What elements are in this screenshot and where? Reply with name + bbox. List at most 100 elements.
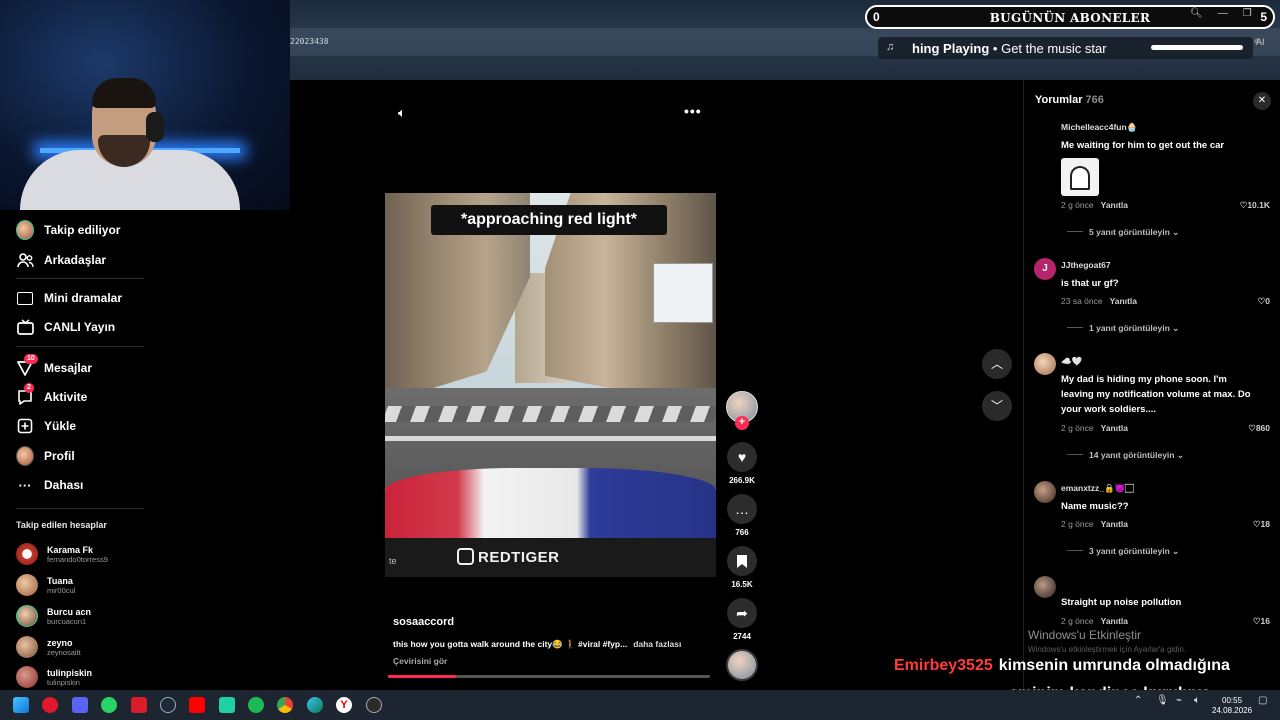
sidebar-divider	[16, 508, 144, 509]
sidebar-item-live[interactable]: CANLI Yayın	[16, 317, 115, 337]
previous-video-button[interactable]: ︿	[982, 349, 1012, 379]
opera-icon[interactable]	[42, 697, 58, 713]
share-icon[interactable]: ➦	[727, 598, 757, 628]
sidebar-item-activity[interactable]: 2 Aktivite	[16, 383, 87, 407]
comment-action[interactable]: … 766	[726, 494, 758, 537]
account-username: tulinpiskin	[47, 677, 80, 687]
comment-like[interactable]: ♡860	[1248, 423, 1270, 434]
like-action[interactable]: ♥ 266.9K	[726, 442, 758, 485]
spotify-icon[interactable]	[248, 697, 264, 713]
screen: 22023438 0 BUGÜNÜN ABONELER 5 🔍︎ — ❐ ♫ h…	[0, 0, 1280, 720]
following-avatar-icon	[16, 220, 34, 240]
steam-icon[interactable]	[160, 697, 176, 713]
discord-icon[interactable]	[72, 697, 88, 713]
tray-volume-icon[interactable]: 🔈︎	[1194, 695, 1200, 706]
followed-account[interactable]: tulinpiskin tulinpiskin	[16, 666, 92, 688]
see-more-link[interactable]: daha fazlası	[633, 639, 681, 649]
follow-plus-icon[interactable]: +	[735, 416, 749, 430]
stream-chat-message: Emirbey3525 kimsenin umrunda olmadığına	[894, 657, 1230, 675]
obs-icon[interactable]	[366, 697, 382, 713]
comment-like[interactable]: ♡16	[1253, 616, 1270, 627]
maximize-icon[interactable]: ❐	[1243, 8, 1252, 19]
sidebar-item-messages[interactable]: 10 Mesajlar	[16, 354, 92, 378]
account-username: burcuacun1	[47, 616, 87, 626]
comment-text: is that ur gf?	[1061, 278, 1119, 289]
youtube-icon[interactable]	[189, 697, 205, 713]
comment-username[interactable]: ☁️🤍	[1061, 356, 1082, 367]
more-options-icon[interactable]: •••	[684, 103, 702, 119]
edge-icon[interactable]	[307, 697, 323, 713]
tray-network-icon[interactable]: ⌁	[1176, 695, 1182, 706]
sidebar-divider	[16, 346, 144, 347]
view-replies-link[interactable]: 3 yanıt görüntüleyin ⌄	[1067, 546, 1179, 557]
sidebar-item-profile[interactable]: Profil	[16, 446, 75, 466]
comment-like[interactable]: ♡18	[1253, 519, 1270, 530]
chat-text: kimsenin umrunda olmadığına	[998, 657, 1230, 674]
red-app-icon[interactable]	[131, 697, 147, 713]
comment-username[interactable]: JJthegoat67	[1061, 260, 1111, 270]
followed-account[interactable]: Burcu acn burcuacun1	[16, 605, 91, 627]
sidebar-item-following[interactable]: Takip ediliyor	[16, 220, 120, 240]
view-replies-link[interactable]: 14 yanıt görüntüleyin ⌄	[1067, 450, 1184, 461]
reply-link[interactable]: Yanıtla	[1110, 296, 1137, 306]
notification-icon[interactable]: ▢	[1258, 695, 1267, 706]
save-action[interactable]: 16.5K	[726, 546, 758, 589]
comment-meta: 2 g önce Yanıtla	[1061, 200, 1129, 210]
account-name: zeyno	[47, 637, 73, 648]
view-replies-link[interactable]: 5 yanıt görüntüleyin ⌄	[1067, 227, 1179, 238]
reply-link[interactable]: Yanıtla	[1101, 200, 1128, 210]
sidebar-item-upload[interactable]: Yükle	[16, 416, 76, 436]
whatsapp-icon[interactable]	[101, 697, 117, 713]
sidebar-item-friends[interactable]: Arkadaşlar	[16, 250, 106, 270]
tray-chevron-icon[interactable]: ⌃	[1134, 695, 1142, 706]
video-watermark: REDTIGER	[457, 548, 560, 566]
avatar[interactable]: J	[1034, 258, 1056, 280]
friends-icon	[16, 251, 34, 269]
share-action[interactable]: ➦ 2744	[726, 598, 758, 641]
minimize-icon[interactable]: —	[1218, 8, 1228, 19]
windows-start-icon[interactable]	[13, 697, 29, 713]
followed-account[interactable]: Tuana mir00cul	[16, 574, 75, 596]
chrome-icon[interactable]	[277, 697, 293, 713]
avatar[interactable]	[1034, 353, 1056, 375]
account-username: mir00cul	[47, 585, 76, 595]
volume-icon[interactable]: 🔈︎	[398, 105, 406, 121]
comment-sticker-image	[1061, 158, 1099, 196]
heart-icon[interactable]: ♥	[727, 442, 757, 472]
comment-username[interactable]: emanxtzz_🔒😈🏻	[1061, 483, 1134, 494]
sidebar-item-mini-dramas[interactable]: Mini dramalar	[16, 288, 122, 308]
avatar[interactable]	[1034, 576, 1056, 598]
tray-mic-icon[interactable]: 🎙︎	[1156, 695, 1169, 706]
comment-like[interactable]: ♡0	[1258, 296, 1270, 307]
video-progress-bar[interactable]	[388, 675, 710, 678]
followed-account[interactable]: Karama Fk fernando0torress9	[16, 543, 108, 565]
comment-like[interactable]: ♡10.1K	[1240, 200, 1270, 211]
comments-count: 766	[1085, 94, 1104, 106]
sidebar-item-more[interactable]: ··· Dahası	[16, 475, 84, 495]
video-author[interactable]: sosaaccord	[393, 616, 454, 628]
avatar[interactable]	[1034, 481, 1056, 503]
taskbar-clock[interactable]: 00:55 24.08.2026	[1212, 696, 1252, 716]
reply-link[interactable]: Yanıtla	[1101, 616, 1128, 626]
see-translation-link[interactable]: Çevirisini gör	[393, 656, 447, 666]
reply-link[interactable]: Yanıtla	[1101, 519, 1128, 529]
comment-meta: 2 g önce Yanıtla	[1061, 423, 1129, 433]
account-name: tulinpiskin	[47, 667, 92, 678]
view-replies-link[interactable]: 1 yanıt görüntüleyin ⌄	[1067, 323, 1179, 334]
music-disc-avatar[interactable]	[726, 649, 758, 681]
watermark-logo-icon	[457, 548, 474, 565]
search-icon[interactable]: 🔍︎	[1190, 8, 1203, 19]
reply-link[interactable]: Yanıtla	[1101, 423, 1128, 433]
video-description: this how you gotta walk around the city😂…	[393, 639, 682, 649]
close-icon[interactable]: ✕	[1253, 92, 1271, 110]
green-app-icon[interactable]	[219, 697, 235, 713]
clock-time: 00:55	[1222, 696, 1243, 705]
comment-icon[interactable]: …	[727, 494, 757, 524]
comment-text: Me waiting for him to get out the car	[1061, 140, 1225, 151]
bookmark-icon[interactable]	[727, 546, 757, 576]
followed-account[interactable]: zeyno zeynosaitt	[16, 636, 81, 658]
next-video-button[interactable]: ﹀	[982, 391, 1012, 421]
comment-username[interactable]: Michelleacc4fun🧁	[1061, 122, 1137, 133]
yandex-icon[interactable]: Y	[336, 697, 352, 713]
video-player[interactable]: *approaching red light* REDTIGER te	[385, 193, 716, 577]
